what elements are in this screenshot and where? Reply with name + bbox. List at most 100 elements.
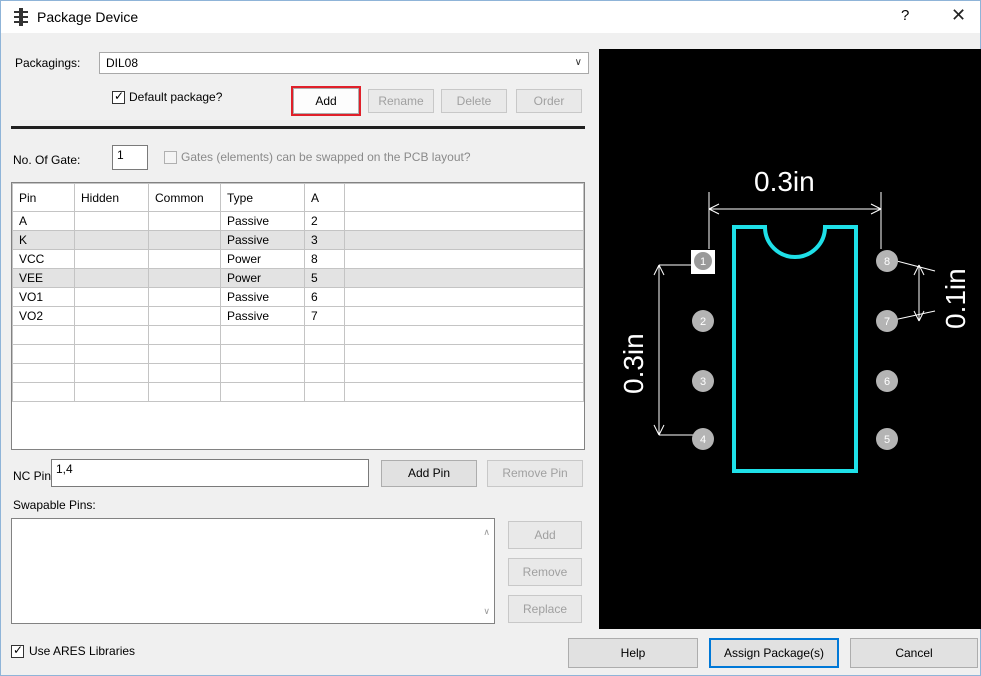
- assign-packages-button[interactable]: Assign Package(s): [709, 638, 839, 668]
- common-cell[interactable]: [148, 268, 221, 288]
- cancel-button[interactable]: Cancel: [850, 638, 978, 668]
- table-row[interactable]: [12, 363, 584, 383]
- pad-label-1: 1: [700, 256, 706, 268]
- vertical-scrollbar[interactable]: ∧ ∨: [477, 519, 494, 623]
- type-cell[interactable]: Passive: [220, 211, 305, 231]
- common-cell[interactable]: [148, 249, 221, 269]
- pin-cell[interactable]: K: [12, 230, 75, 250]
- a-cell[interactable]: [304, 344, 345, 364]
- table-row[interactable]: [12, 382, 584, 402]
- a-cell[interactable]: [304, 325, 345, 345]
- scroll-down-icon[interactable]: ∨: [483, 606, 490, 617]
- common-cell[interactable]: [148, 325, 221, 345]
- common-cell[interactable]: [148, 287, 221, 307]
- rename-package-button[interactable]: Rename: [368, 89, 434, 113]
- default-package-checkbox[interactable]: ✓: [112, 89, 125, 104]
- hidden-cell[interactable]: [74, 344, 149, 364]
- checkmark-icon: ✓: [114, 89, 125, 103]
- add-swap-button[interactable]: Add: [508, 521, 582, 549]
- checkmark-icon: ✓: [13, 643, 24, 657]
- gates-count-input[interactable]: 1: [112, 145, 148, 170]
- a-cell[interactable]: [304, 382, 345, 402]
- common-cell[interactable]: [148, 344, 221, 364]
- hidden-cell[interactable]: [74, 363, 149, 383]
- hidden-cell[interactable]: [74, 268, 149, 288]
- type-cell[interactable]: Power: [220, 268, 305, 288]
- common-cell[interactable]: [148, 230, 221, 250]
- package-device-dialog: Package Device ? ✕ Packagings: DIL08 ∨ ✓…: [0, 0, 981, 676]
- table-row[interactable]: K Passive 3: [12, 230, 584, 250]
- table-row[interactable]: VO1 Passive 6: [12, 287, 584, 307]
- remove-swap-button[interactable]: Remove: [508, 558, 582, 586]
- blank-cell: [344, 306, 584, 326]
- column-header-type[interactable]: Type: [220, 183, 305, 212]
- hidden-cell[interactable]: [74, 211, 149, 231]
- type-cell[interactable]: [220, 344, 305, 364]
- add-package-button[interactable]: Add: [291, 86, 361, 116]
- table-row[interactable]: [12, 344, 584, 364]
- swapable-pins-label: Swapable Pins:: [13, 498, 96, 512]
- common-cell[interactable]: [148, 306, 221, 326]
- hidden-cell[interactable]: [74, 287, 149, 307]
- use-ares-checkbox[interactable]: ✓: [11, 643, 24, 658]
- hidden-cell[interactable]: [74, 230, 149, 250]
- common-cell[interactable]: [148, 363, 221, 383]
- nc-pins-input[interactable]: 1,4: [51, 459, 369, 487]
- packagings-select[interactable]: DIL08 ∨: [99, 52, 589, 74]
- a-cell[interactable]: 5: [304, 268, 345, 288]
- package-body-outline: [732, 225, 858, 473]
- replace-swap-button[interactable]: Replace: [508, 595, 582, 623]
- hidden-cell[interactable]: [74, 382, 149, 402]
- close-icon[interactable]: ✕: [951, 5, 966, 26]
- type-cell[interactable]: Passive: [220, 306, 305, 326]
- pin-cell[interactable]: VCC: [12, 249, 75, 269]
- pin-cell[interactable]: VO1: [12, 287, 75, 307]
- gates-swap-checkbox[interactable]: [164, 151, 177, 164]
- pin-cell[interactable]: A: [12, 211, 75, 231]
- pin-cell[interactable]: [12, 325, 75, 345]
- width-dimension-text: 0.3in: [754, 166, 815, 197]
- a-cell[interactable]: [304, 363, 345, 383]
- delete-package-button[interactable]: Delete: [441, 89, 507, 113]
- a-cell[interactable]: 7: [304, 306, 345, 326]
- type-cell[interactable]: Passive: [220, 230, 305, 250]
- column-header-hidden[interactable]: Hidden: [74, 183, 149, 212]
- swapable-pins-list[interactable]: ∧ ∨: [11, 518, 495, 624]
- order-package-button[interactable]: Order: [516, 89, 582, 113]
- common-cell[interactable]: [148, 211, 221, 231]
- table-row[interactable]: VO2 Passive 7: [12, 306, 584, 326]
- common-cell[interactable]: [148, 382, 221, 402]
- column-header-common[interactable]: Common: [148, 183, 221, 212]
- scroll-up-icon[interactable]: ∧: [483, 527, 490, 538]
- default-package-label: Default package?: [129, 90, 223, 104]
- type-cell[interactable]: [220, 325, 305, 345]
- type-cell[interactable]: [220, 382, 305, 402]
- a-cell[interactable]: 2: [304, 211, 345, 231]
- type-cell[interactable]: [220, 363, 305, 383]
- a-cell[interactable]: 3: [304, 230, 345, 250]
- column-header-a[interactable]: A: [304, 183, 345, 212]
- a-cell[interactable]: 8: [304, 249, 345, 269]
- pin-cell[interactable]: [12, 344, 75, 364]
- add-pin-button[interactable]: Add Pin: [381, 460, 477, 487]
- help-button[interactable]: Help: [568, 638, 698, 668]
- help-icon[interactable]: ?: [901, 7, 909, 24]
- table-row[interactable]: VCC Power 8: [12, 249, 584, 269]
- remove-pin-button[interactable]: Remove Pin: [487, 460, 583, 487]
- chevron-down-icon[interactable]: ∨: [575, 57, 582, 68]
- hidden-cell[interactable]: [74, 325, 149, 345]
- pin-cell[interactable]: [12, 382, 75, 402]
- type-cell[interactable]: Passive: [220, 287, 305, 307]
- type-cell[interactable]: Power: [220, 249, 305, 269]
- table-row[interactable]: [12, 325, 584, 345]
- table-row[interactable]: VEE Power 5: [12, 268, 584, 288]
- column-header-pin[interactable]: Pin: [12, 183, 75, 212]
- table-row[interactable]: A Passive 2: [12, 211, 584, 231]
- pin-cell[interactable]: [12, 363, 75, 383]
- pin-cell[interactable]: VEE: [12, 268, 75, 288]
- hidden-cell[interactable]: [74, 249, 149, 269]
- a-cell[interactable]: 6: [304, 287, 345, 307]
- hidden-cell[interactable]: [74, 306, 149, 326]
- pin-cell[interactable]: VO2: [12, 306, 75, 326]
- pad-label-2: 2: [700, 316, 706, 328]
